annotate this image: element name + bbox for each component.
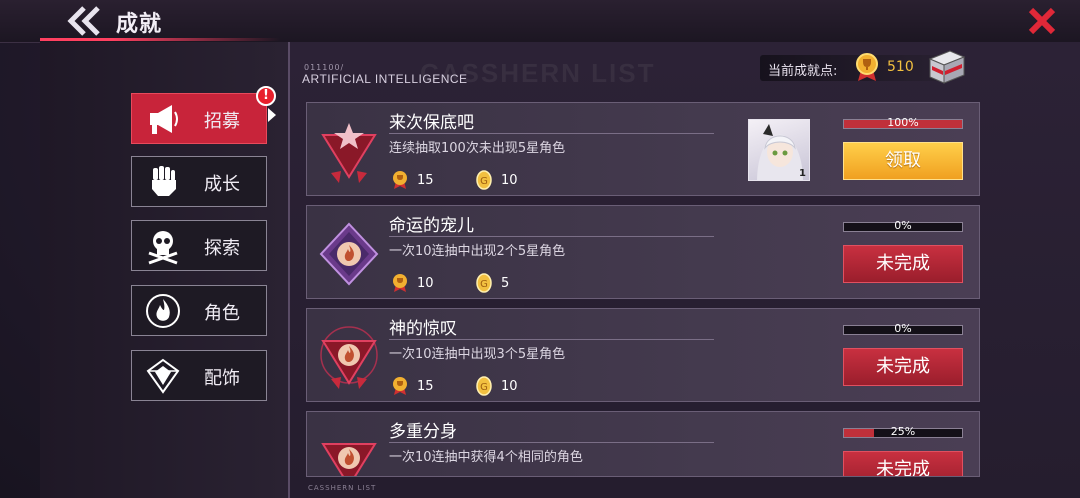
achievement-title: 命运的宠儿 <box>389 216 474 236</box>
notification-badge: ! <box>256 86 276 106</box>
svg-text:G: G <box>480 279 488 290</box>
megaphone-icon <box>150 105 178 134</box>
incomplete-button[interactable]: 未完成 <box>843 348 963 386</box>
sidebar-item-growth[interactable]: 成长 <box>131 156 267 207</box>
title-divider <box>389 339 714 340</box>
gem-icon <box>146 358 180 394</box>
section-subtitle: 011100/ <box>304 63 345 72</box>
title-divider <box>389 133 714 134</box>
medal-icon <box>393 171 407 189</box>
claim-button[interactable]: 领取 <box>843 142 963 180</box>
progress-percent: 0% <box>894 322 912 335</box>
sidebar-item-label: 配饰 <box>204 368 240 389</box>
active-pointer <box>268 108 276 122</box>
points-value: 510 <box>887 59 914 75</box>
close-button[interactable] <box>1024 4 1060 38</box>
achievement-card: 多重分身 一次10连抽中获得4个相同的角色 25% 未完成 <box>306 411 980 477</box>
sidebar-item-recruit[interactable]: 招募 <box>131 93 267 144</box>
flame-emblem-icon <box>320 326 378 389</box>
incomplete-button[interactable]: 未完成 <box>843 451 963 476</box>
incomplete-button[interactable]: 未完成 <box>843 245 963 283</box>
portrait-count: 1 <box>799 168 806 179</box>
sidebar-item-accessory[interactable]: 配饰 <box>131 350 267 401</box>
medal-icon <box>856 53 878 81</box>
points-label: 当前成就点: <box>768 64 838 79</box>
page-title: 成就 <box>116 12 163 37</box>
section-title: ARTIFICIAL INTELLIGENCE <box>302 72 468 86</box>
achievement-title: 来次保底吧 <box>389 113 474 133</box>
sidebar-item-label: 招募 <box>204 111 240 132</box>
sidebar-item-explore[interactable]: 探索 <box>131 220 267 271</box>
sidebar-item-label: 成长 <box>204 174 240 195</box>
fist-icon <box>152 166 176 196</box>
coin-icon: G <box>476 273 492 293</box>
medal-icon <box>393 377 407 395</box>
back-button[interactable] <box>62 4 108 38</box>
reward-points-value: 15 <box>417 173 434 188</box>
sidebar-item-label: 角色 <box>204 303 240 324</box>
flame-emblem-icon <box>319 222 379 286</box>
svg-text:G: G <box>480 176 488 187</box>
double-chevron-left-icon <box>67 6 100 36</box>
achievement-description: 一次10连抽中获得4个相同的角色 <box>389 450 583 465</box>
achievement-description: 一次10连抽中出现2个5星角色 <box>389 244 566 259</box>
achievement-title: 神的惊叹 <box>389 319 457 339</box>
reward-coins-value: 10 <box>501 379 518 394</box>
medal-icon <box>393 274 407 292</box>
reward-points-value: 15 <box>417 379 434 394</box>
svg-text:G: G <box>480 382 488 393</box>
title-divider <box>389 236 714 237</box>
progress-percent: 0% <box>894 219 912 232</box>
reward-coins-value: 5 <box>501 276 510 291</box>
star-emblem-icon <box>321 123 377 183</box>
reward-points-value: 10 <box>417 276 434 291</box>
coin-icon: G <box>476 376 492 396</box>
achievement-title: 多重分身 <box>389 422 457 442</box>
sidebar-item-label: 探索 <box>204 238 240 259</box>
flame-icon <box>146 294 180 328</box>
progress-percent: 25% <box>890 425 916 438</box>
chest-icon <box>928 50 966 84</box>
title-accent-line <box>40 38 280 41</box>
flame-emblem-icon <box>321 443 377 476</box>
achievement-description: 一次10连抽中出现3个5星角色 <box>389 347 566 362</box>
sidebar-item-character[interactable]: 角色 <box>131 285 267 336</box>
progress-percent: 100% <box>887 116 919 129</box>
character-portrait[interactable]: 1 <box>748 119 810 181</box>
footer-tag: CASSHERN LIST <box>308 484 377 492</box>
title-divider <box>389 442 714 443</box>
achievement-card: 命运的宠儿 一次10连抽中出现2个5星角色 10 G 5 0% 未完成 <box>306 205 980 299</box>
achievement-card: 神的惊叹 一次10连抽中出现3个5星角色 15 G 10 0% 未完成 <box>306 308 980 402</box>
close-icon <box>1028 7 1056 35</box>
reward-coins-value: 10 <box>501 173 518 188</box>
achievement-card: 来次保底吧 连续抽取100次未出现5星角色 15 G 10 1 100% 领取 <box>306 102 980 196</box>
coin-icon: G <box>476 170 492 190</box>
skull-icon <box>148 231 178 265</box>
achievement-description: 连续抽取100次未出现5星角色 <box>389 141 566 156</box>
reward-chest-button[interactable] <box>924 47 968 87</box>
